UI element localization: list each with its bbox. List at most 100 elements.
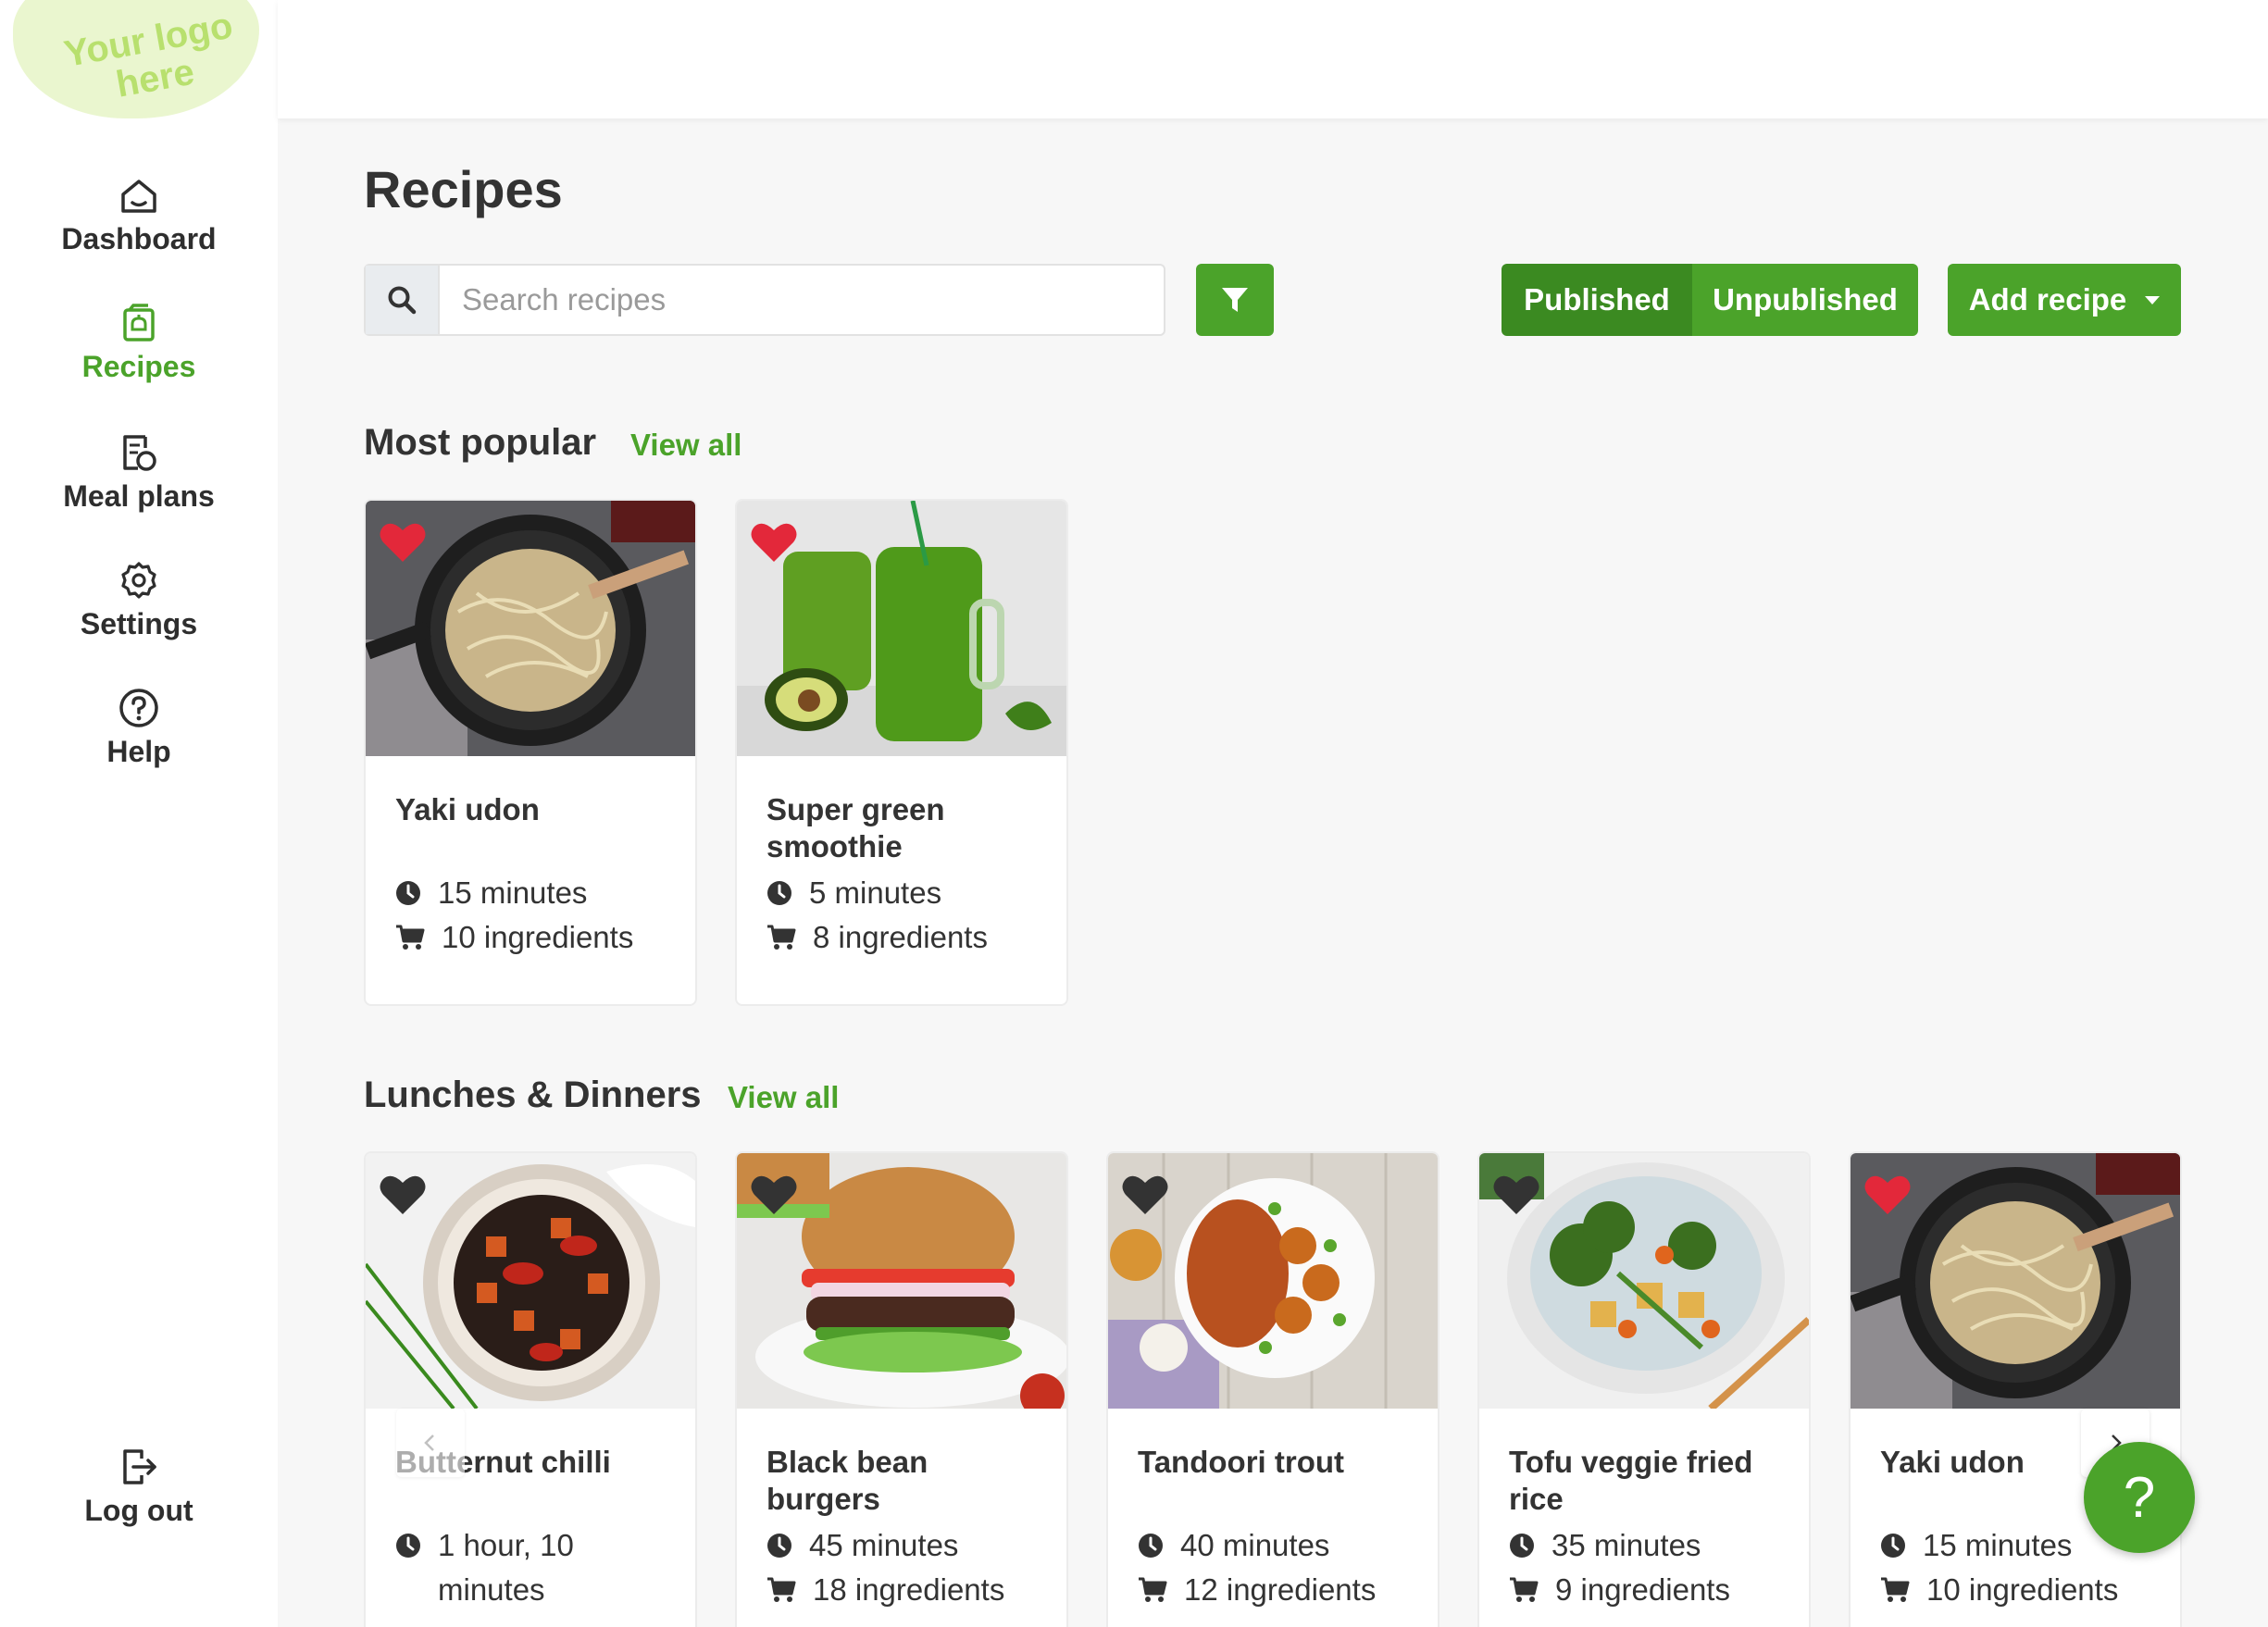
recipe-title[interactable]: Tandoori trout (1108, 1409, 1438, 1523)
clock-icon (396, 1534, 420, 1558)
recipe-image[interactable] (737, 501, 1066, 756)
recipe-card[interactable]: Black bean burgers 45 minutes 18 ingredien… (735, 1151, 1068, 1627)
recipe-ingredients: 9 ingredients (1479, 1568, 1809, 1612)
top-bar (278, 0, 2268, 118)
unpublished-toggle-button[interactable]: Unpublished (1692, 264, 1918, 336)
recipe-image[interactable] (366, 1153, 695, 1409)
clock-icon (1139, 1534, 1163, 1558)
recipe-image[interactable] (737, 1153, 1066, 1409)
recipe-title[interactable]: Black bean burgers (737, 1409, 1066, 1523)
recipe-ingredients: 8 ingredients (737, 915, 1066, 960)
published-toggle-button[interactable]: Published (1502, 264, 1692, 336)
chevron-down-icon (2145, 295, 2161, 304)
sidebar-item-help[interactable]: Help (0, 687, 278, 769)
recipe-ingredients-text: 9 ingredients (1555, 1572, 1730, 1607)
recipe-time: 5 minutes (737, 871, 1066, 915)
recipe-time: 1 hour, 10 minutes (366, 1523, 695, 1612)
recipe-image[interactable] (1851, 1153, 2180, 1409)
home-icon (121, 180, 156, 213)
clock-icon (1510, 1534, 1534, 1558)
meal-plan-icon (123, 435, 156, 471)
recipe-ingredients-text: 12 ingredients (1184, 1572, 1377, 1607)
logo-text: Your logo here (61, 5, 236, 106)
recipe-image[interactable] (1108, 1153, 1438, 1409)
sidebar-item-label: Recipes (81, 350, 196, 383)
filter-icon (1222, 288, 1248, 312)
publish-toggle: Published Unpublished (1502, 264, 1918, 336)
recipe-image[interactable] (1479, 1153, 1809, 1409)
recipe-image[interactable] (366, 501, 695, 756)
favorite-heart-icon[interactable] (379, 521, 427, 564)
recipe-ingredients: 10 ingredients (366, 915, 695, 960)
help-chat-button[interactable]: ? (2084, 1442, 2195, 1553)
recipe-ingredients: 10 ingredients (1851, 1568, 2180, 1612)
logo[interactable]: Your logo here (13, 0, 259, 118)
sidebar-item-label: Dashboard (61, 222, 217, 255)
filter-button[interactable] (1196, 264, 1274, 336)
recipe-title[interactable]: Super green smoothie (737, 756, 1066, 871)
recipe-card[interactable]: Tandoori trout 40 minutes 12 ingredients (1106, 1151, 1439, 1627)
sidebar-item-settings[interactable]: Settings (0, 559, 278, 641)
search-icon[interactable] (366, 266, 440, 334)
cart-icon (396, 925, 425, 950)
recipe-ingredients-text: 10 ingredients (1926, 1572, 2119, 1607)
recipe-time-text: 45 minutes (809, 1528, 959, 1562)
recipe-time: 40 minutes (1108, 1523, 1438, 1568)
recipe-card[interactable]: Tofu veggie fried rice 35 minutes 9 ingred… (1477, 1151, 1811, 1627)
gear-icon (121, 562, 156, 599)
clock-icon (767, 881, 791, 905)
view-all-link[interactable]: View all (728, 1080, 839, 1115)
recipe-time-text: 1 hour, 10 minutes (438, 1528, 574, 1607)
recipe-time-text: 35 minutes (1551, 1528, 1701, 1562)
cart-icon (1139, 1577, 1167, 1602)
sidebar-item-dashboard[interactable]: Dashboard (0, 174, 278, 256)
section-title-most-popular: Most popular (364, 422, 597, 463)
carousel-prev-button[interactable] (396, 1409, 465, 1477)
recipe-time-text: 15 minutes (1923, 1528, 2073, 1562)
sidebar-item-recipes[interactable]: Recipes (0, 302, 278, 384)
recipe-time-text: 5 minutes (809, 876, 942, 910)
recipe-time-text: 15 minutes (438, 876, 588, 910)
sidebar-item-label: Meal plans (63, 479, 215, 513)
sidebar-item-meal-plans[interactable]: Meal plans (0, 431, 278, 514)
clock-icon (1881, 1534, 1905, 1558)
recipe-ingredients-text: 8 ingredients (813, 920, 988, 954)
page-title: Recipes (364, 160, 563, 218)
recipe-time: 15 minutes (366, 871, 695, 915)
logout-icon (123, 1449, 156, 1484)
logout-button[interactable]: Log out (0, 1446, 278, 1528)
sidebar-item-label: Help (106, 735, 171, 768)
question-circle-icon (119, 689, 158, 727)
view-all-link[interactable]: View all (630, 428, 741, 463)
recipe-card[interactable]: Yaki udon 15 minutes 10 ingredients (1849, 1151, 2182, 1627)
favorite-heart-icon[interactable] (750, 521, 798, 564)
sidebar-item-label: Settings (80, 607, 198, 640)
cart-icon (1510, 1577, 1539, 1602)
add-recipe-button[interactable]: Add recipe (1948, 264, 2181, 336)
recipe-title[interactable]: Yaki udon (366, 756, 695, 871)
heart-icon[interactable] (1121, 1174, 1169, 1216)
heart-icon[interactable] (750, 1174, 798, 1216)
favorite-heart-icon[interactable] (1863, 1174, 1912, 1216)
recipe-card[interactable]: Yaki udon 15 minutes 10 ingredients (364, 499, 697, 1006)
recipe-ingredients-text: 10 ingredients (442, 920, 634, 954)
recipe-time-text: 40 minutes (1180, 1528, 1330, 1562)
recipe-time: 35 minutes (1479, 1523, 1809, 1568)
heart-icon[interactable] (1492, 1174, 1540, 1216)
sidebar: Your logo here Dashboard Recipes Meal pl… (0, 0, 278, 1627)
search-bar (364, 264, 1165, 336)
recipe-time: 45 minutes (737, 1523, 1066, 1568)
recipe-ingredients-text: 18 ingredients (813, 1572, 1005, 1607)
recipe-book-icon (123, 304, 155, 342)
search-input[interactable] (440, 266, 1164, 334)
logout-label: Log out (84, 1494, 193, 1527)
recipe-ingredients: 12 ingredients (1108, 1568, 1438, 1612)
add-recipe-label: Add recipe (1968, 282, 2127, 317)
recipe-title[interactable]: Tofu veggie fried rice (1479, 1409, 1809, 1523)
recipe-ingredients: 18 ingredients (737, 1568, 1066, 1612)
cart-icon (1881, 1577, 1910, 1602)
recipe-card[interactable]: Butternut chilli 1 hour, 10 minutes (364, 1151, 697, 1627)
recipe-card[interactable]: Super green smoothie 5 minutes 8 ingredien… (735, 499, 1068, 1006)
chevron-left-icon (424, 1434, 434, 1451)
heart-icon[interactable] (379, 1174, 427, 1216)
